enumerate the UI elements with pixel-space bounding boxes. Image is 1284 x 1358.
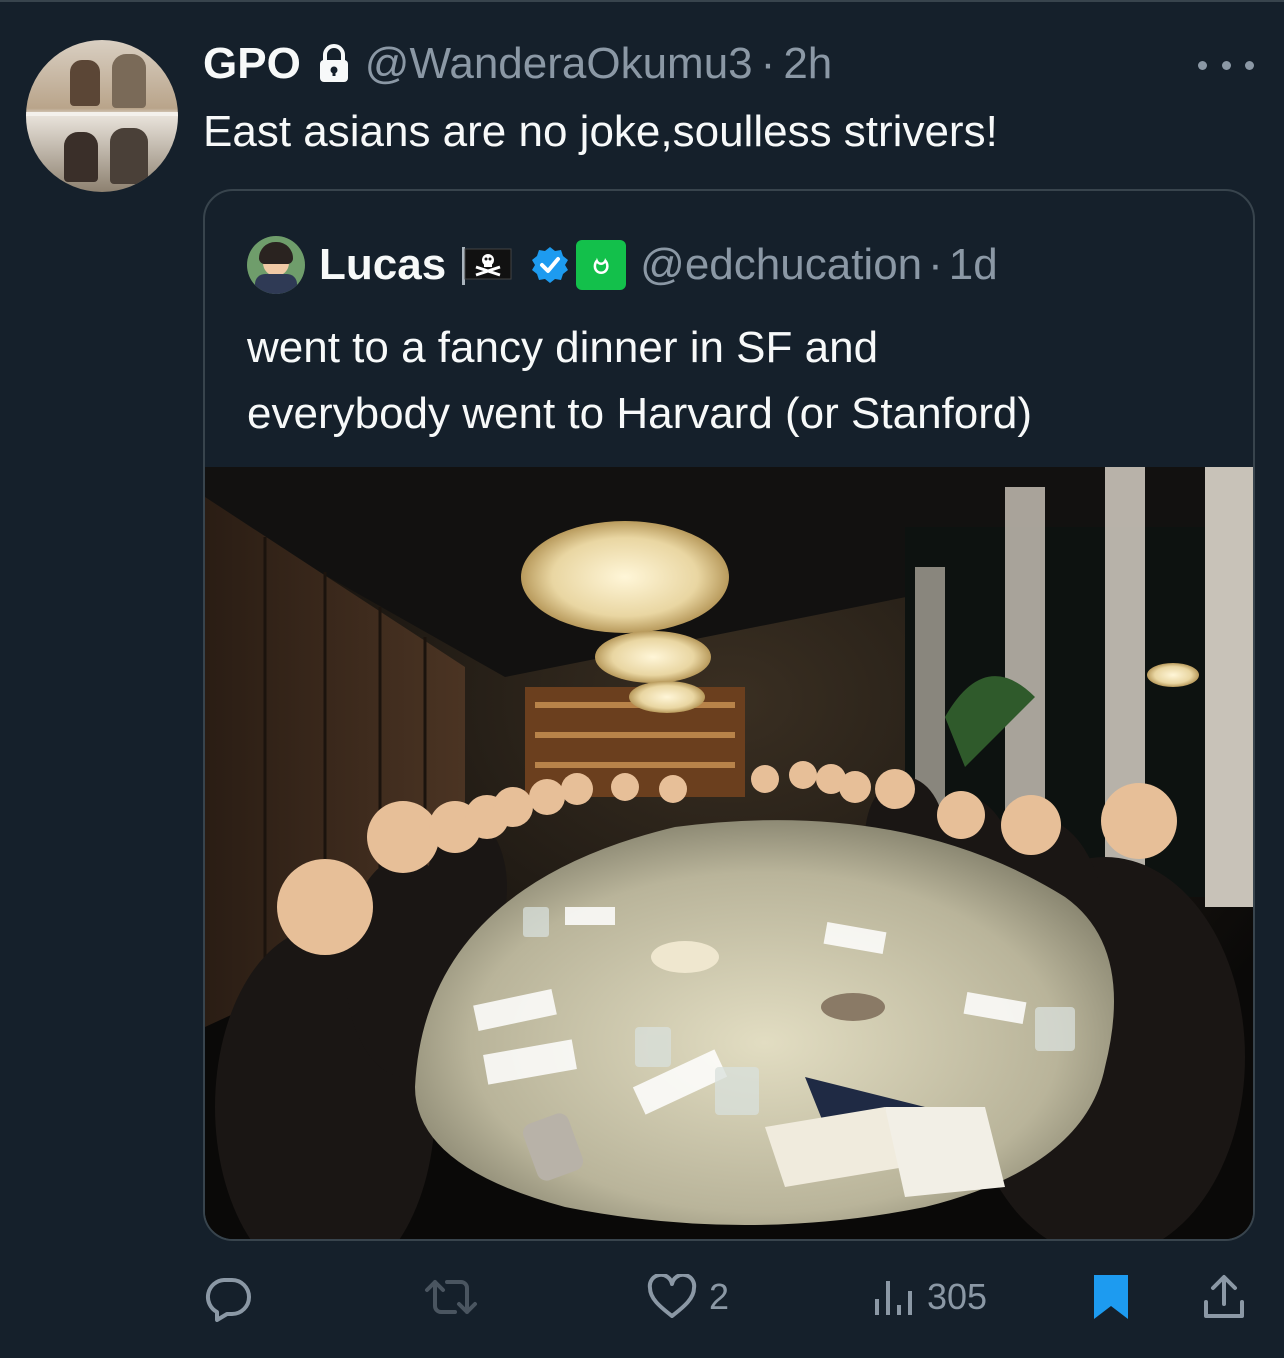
like-count: 2 [709,1276,730,1317]
lock-icon [319,44,348,82]
verified-badge-icon [532,247,569,283]
retweet-icon [425,1280,477,1314]
top-divider [0,0,1284,2]
views-icon [875,1281,912,1315]
quoted-tweet-timestamp: 1d [948,240,998,289]
author-avatar[interactable] [26,40,178,192]
share-button[interactable] [1201,1262,1247,1332]
tweet-timestamp[interactable]: 2h [783,39,832,89]
share-icon [1204,1275,1244,1318]
bookmark-button[interactable] [1091,1262,1131,1332]
quoted-tweet-card[interactable]: Lucas ဗ @edchucation · 1d went to a fanc… [203,189,1255,1241]
more-dot [1245,60,1254,70]
avatar-figure [112,54,146,108]
retweet-button[interactable] [423,1262,479,1332]
like-button[interactable]: 2 [647,1262,729,1332]
avatar-figure [110,128,148,184]
views-button[interactable]: 305 [871,1262,987,1332]
tweet-actions: 2 305 [203,1262,1255,1332]
avatar-split [26,112,178,116]
more-horizontal-icon[interactable] [1198,50,1254,80]
quoted-author-avatar [247,236,305,294]
tweet-header: GPO @WanderaOkumu3 · 2h [203,36,832,92]
quoted-tweet-header: Lucas ဗ @edchucation · 1d [247,235,998,295]
bookmark-icon [1094,1275,1128,1319]
quoted-text-line: went to a fancy dinner in SF and [247,323,879,372]
quoted-author-name: Lucas [319,240,447,289]
tweet-text: East asians are no joke,soulless striver… [203,107,998,156]
more-dot [1221,60,1231,70]
views-count: 305 [927,1276,988,1317]
reply-icon [206,1278,251,1322]
avatar-suit [255,274,297,294]
avatar-hair [259,242,293,264]
dinner-photo-image [205,467,1253,1239]
dinner-photo[interactable] [205,467,1253,1239]
separator-dot: · [760,39,776,88]
more-dot [1198,60,1207,70]
separator-dot: · [928,240,943,289]
author-name[interactable]: GPO [203,39,301,89]
pirate-flag-icon [462,247,512,285]
affiliate-badge: ဗ [576,240,627,290]
quoted-tweet-text: went to a fancy dinner in SF and everybo… [247,315,1227,447]
avatar-figure [70,60,100,106]
quoted-author-handle: @edchucation [640,240,923,289]
author-handle[interactable]: @WanderaOkumu3 [365,39,753,89]
avatar-figure [64,132,98,182]
quoted-text-line: everybody went to Harvard (or Stanford) [247,389,1033,438]
reply-button[interactable] [203,1262,253,1332]
heart-icon [647,1274,697,1318]
